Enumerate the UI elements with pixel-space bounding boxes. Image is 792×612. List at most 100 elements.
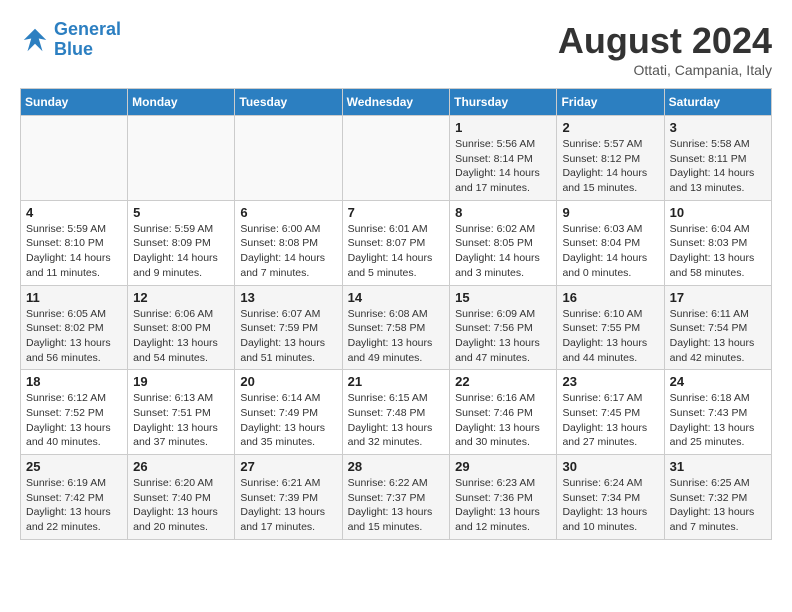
table-row: 29 Sunrise: 6:23 AMSunset: 7:36 PMDayligh… bbox=[450, 455, 557, 540]
day-number: 27 bbox=[240, 459, 336, 474]
day-number: 1 bbox=[455, 120, 551, 135]
day-number: 31 bbox=[670, 459, 766, 474]
day-info: Sunrise: 5:56 AMSunset: 8:14 PMDaylight:… bbox=[455, 137, 551, 196]
day-number: 18 bbox=[26, 374, 122, 389]
day-info: Sunrise: 6:18 AMSunset: 7:43 PMDaylight:… bbox=[670, 391, 766, 450]
calendar-table: Sunday Monday Tuesday Wednesday Thursday… bbox=[20, 88, 772, 540]
day-info: Sunrise: 6:19 AMSunset: 7:42 PMDaylight:… bbox=[26, 476, 122, 535]
table-row: 12 Sunrise: 6:06 AMSunset: 8:00 PMDayligh… bbox=[128, 285, 235, 370]
table-row: 21 Sunrise: 6:15 AMSunset: 7:48 PMDayligh… bbox=[342, 370, 450, 455]
table-row: 13Sunrise: 6:07 AMSunset: 7:59 PMDayligh… bbox=[235, 285, 342, 370]
table-row: 2Sunrise: 5:57 AMSunset: 8:12 PMDaylight… bbox=[557, 116, 664, 201]
day-number: 19 bbox=[133, 374, 229, 389]
table-row: 26 Sunrise: 6:20 AMSunset: 7:40 PMDayligh… bbox=[128, 455, 235, 540]
table-row: 5 Sunrise: 5:59 AMSunset: 8:09 PMDaylight… bbox=[128, 200, 235, 285]
logo-icon bbox=[20, 25, 50, 55]
table-row bbox=[21, 116, 128, 201]
day-info: Sunrise: 6:22 AMSunset: 7:37 PMDaylight:… bbox=[348, 476, 445, 535]
table-row: 17 Sunrise: 6:11 AMSunset: 7:54 PMDayligh… bbox=[664, 285, 771, 370]
page-header: General Blue August 2024 Ottati, Campani… bbox=[20, 20, 772, 78]
table-row: 16 Sunrise: 6:10 AMSunset: 7:55 PMDayligh… bbox=[557, 285, 664, 370]
table-row: 9 Sunrise: 6:03 AMSunset: 8:04 PMDaylight… bbox=[557, 200, 664, 285]
day-number: 6 bbox=[240, 205, 336, 220]
day-number: 24 bbox=[670, 374, 766, 389]
day-number: 20 bbox=[240, 374, 336, 389]
day-number: 15 bbox=[455, 290, 551, 305]
table-row: 25Sunrise: 6:19 AMSunset: 7:42 PMDayligh… bbox=[21, 455, 128, 540]
col-friday: Friday bbox=[557, 89, 664, 116]
day-number: 28 bbox=[348, 459, 445, 474]
day-number: 13 bbox=[240, 290, 336, 305]
table-row: 31 Sunrise: 6:25 AMSunset: 7:32 PMDayligh… bbox=[664, 455, 771, 540]
logo-general: General bbox=[54, 19, 121, 39]
table-row: 27 Sunrise: 6:21 AMSunset: 7:39 PMDayligh… bbox=[235, 455, 342, 540]
table-row: 24 Sunrise: 6:18 AMSunset: 7:43 PMDayligh… bbox=[664, 370, 771, 455]
table-row: 14 Sunrise: 6:08 AMSunset: 7:58 PMDayligh… bbox=[342, 285, 450, 370]
day-number: 29 bbox=[455, 459, 551, 474]
day-info: Sunrise: 6:15 AMSunset: 7:48 PMDaylight:… bbox=[348, 391, 445, 450]
day-number: 30 bbox=[562, 459, 658, 474]
day-info: Sunrise: 6:12 AMSunset: 7:52 PMDaylight:… bbox=[26, 391, 122, 450]
col-saturday: Saturday bbox=[664, 89, 771, 116]
day-number: 17 bbox=[670, 290, 766, 305]
day-info: Sunrise: 6:23 AMSunset: 7:36 PMDaylight:… bbox=[455, 476, 551, 535]
table-row: 11 Sunrise: 6:05 AMSunset: 8:02 PMDayligh… bbox=[21, 285, 128, 370]
table-row: 23 Sunrise: 6:17 AMSunset: 7:45 PMDayligh… bbox=[557, 370, 664, 455]
day-info: Sunrise: 6:17 AMSunset: 7:45 PMDaylight:… bbox=[562, 391, 658, 450]
table-row: 8Sunrise: 6:02 AMSunset: 8:05 PMDaylight… bbox=[450, 200, 557, 285]
day-info: Sunrise: 6:21 AMSunset: 7:39 PMDaylight:… bbox=[240, 476, 336, 535]
table-row: 15Sunrise: 6:09 AMSunset: 7:56 PMDayligh… bbox=[450, 285, 557, 370]
table-row: 7 Sunrise: 6:01 AMSunset: 8:07 PMDaylight… bbox=[342, 200, 450, 285]
calendar-week-4: 18 Sunrise: 6:12 AMSunset: 7:52 PMDayligh… bbox=[21, 370, 772, 455]
day-number: 11 bbox=[26, 290, 122, 305]
day-info: Sunrise: 5:58 AMSunset: 8:11 PMDaylight:… bbox=[670, 137, 766, 196]
day-number: 5 bbox=[133, 205, 229, 220]
day-info: Sunrise: 6:03 AMSunset: 8:04 PMDaylight:… bbox=[562, 222, 658, 281]
table-row: 10Sunrise: 6:04 AMSunset: 8:03 PMDayligh… bbox=[664, 200, 771, 285]
calendar-week-1: 1 Sunrise: 5:56 AMSunset: 8:14 PMDaylight… bbox=[21, 116, 772, 201]
table-row: 22 Sunrise: 6:16 AMSunset: 7:46 PMDayligh… bbox=[450, 370, 557, 455]
day-number: 21 bbox=[348, 374, 445, 389]
day-info: Sunrise: 6:24 AMSunset: 7:34 PMDaylight:… bbox=[562, 476, 658, 535]
day-info: Sunrise: 6:16 AMSunset: 7:46 PMDaylight:… bbox=[455, 391, 551, 450]
day-number: 26 bbox=[133, 459, 229, 474]
day-number: 14 bbox=[348, 290, 445, 305]
day-number: 7 bbox=[348, 205, 445, 220]
day-info: Sunrise: 6:08 AMSunset: 7:58 PMDaylight:… bbox=[348, 307, 445, 366]
day-info: Sunrise: 6:11 AMSunset: 7:54 PMDaylight:… bbox=[670, 307, 766, 366]
day-info: Sunrise: 6:02 AMSunset: 8:05 PMDaylight:… bbox=[455, 222, 551, 281]
calendar-week-3: 11 Sunrise: 6:05 AMSunset: 8:02 PMDayligh… bbox=[21, 285, 772, 370]
logo-blue: Blue bbox=[54, 39, 93, 59]
day-info: Sunrise: 6:10 AMSunset: 7:55 PMDaylight:… bbox=[562, 307, 658, 366]
table-row bbox=[342, 116, 450, 201]
col-sunday: Sunday bbox=[21, 89, 128, 116]
table-row: 19 Sunrise: 6:13 AMSunset: 7:51 PMDayligh… bbox=[128, 370, 235, 455]
day-info: Sunrise: 6:00 AMSunset: 8:08 PMDaylight:… bbox=[240, 222, 336, 281]
location-subtitle: Ottati, Campania, Italy bbox=[558, 62, 772, 78]
table-row bbox=[128, 116, 235, 201]
day-info: Sunrise: 6:25 AMSunset: 7:32 PMDaylight:… bbox=[670, 476, 766, 535]
day-number: 16 bbox=[562, 290, 658, 305]
day-info: Sunrise: 6:01 AMSunset: 8:07 PMDaylight:… bbox=[348, 222, 445, 281]
day-number: 23 bbox=[562, 374, 658, 389]
month-title: August 2024 bbox=[558, 20, 772, 62]
day-number: 12 bbox=[133, 290, 229, 305]
day-number: 9 bbox=[562, 205, 658, 220]
table-row: 20 Sunrise: 6:14 AMSunset: 7:49 PMDayligh… bbox=[235, 370, 342, 455]
col-thursday: Thursday bbox=[450, 89, 557, 116]
col-tuesday: Tuesday bbox=[235, 89, 342, 116]
title-block: August 2024 Ottati, Campania, Italy bbox=[558, 20, 772, 78]
day-info: Sunrise: 6:06 AMSunset: 8:00 PMDaylight:… bbox=[133, 307, 229, 366]
day-number: 22 bbox=[455, 374, 551, 389]
day-info: Sunrise: 5:59 AMSunset: 8:09 PMDaylight:… bbox=[133, 222, 229, 281]
table-row: 6 Sunrise: 6:00 AMSunset: 8:08 PMDaylight… bbox=[235, 200, 342, 285]
day-info: Sunrise: 6:05 AMSunset: 8:02 PMDaylight:… bbox=[26, 307, 122, 366]
calendar-header-row: Sunday Monday Tuesday Wednesday Thursday… bbox=[21, 89, 772, 116]
table-row bbox=[235, 116, 342, 201]
day-number: 3 bbox=[670, 120, 766, 135]
col-wednesday: Wednesday bbox=[342, 89, 450, 116]
day-info: Sunrise: 5:59 AMSunset: 8:10 PMDaylight:… bbox=[26, 222, 122, 281]
day-info: Sunrise: 6:20 AMSunset: 7:40 PMDaylight:… bbox=[133, 476, 229, 535]
day-info: Sunrise: 6:13 AMSunset: 7:51 PMDaylight:… bbox=[133, 391, 229, 450]
day-info: Sunrise: 6:14 AMSunset: 7:49 PMDaylight:… bbox=[240, 391, 336, 450]
